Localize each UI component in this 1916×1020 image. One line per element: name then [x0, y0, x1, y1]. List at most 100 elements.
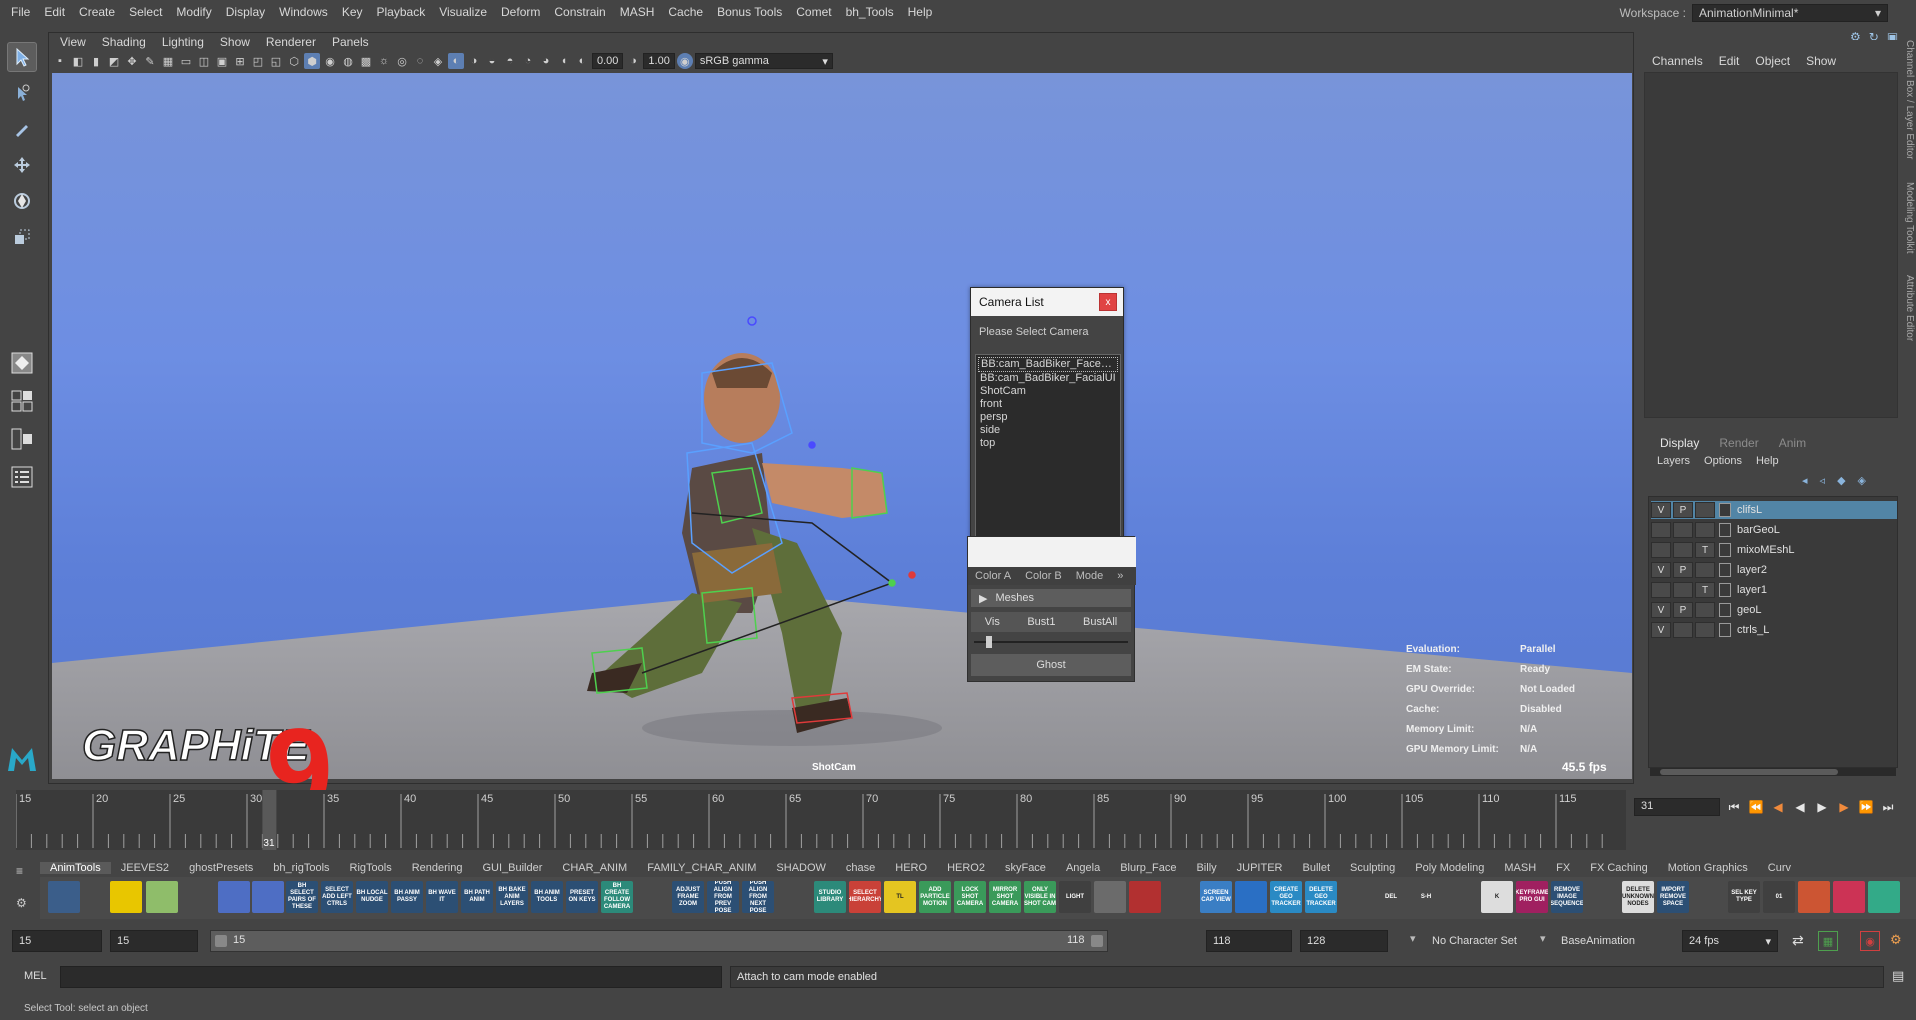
layout-four-button[interactable] [7, 386, 37, 416]
menu-visualize[interactable]: Visualize [432, 5, 494, 19]
shelf-tab-poly-modeling[interactable]: Poly Modeling [1405, 862, 1494, 874]
backface-icon[interactable]: ◔ [520, 53, 536, 69]
layer-display-type-toggle[interactable]: T [1695, 542, 1715, 558]
layer-playback-toggle[interactable] [1673, 622, 1693, 638]
image-plane-icon[interactable]: ◩ [106, 53, 122, 69]
menu-display[interactable]: Display [219, 5, 272, 19]
camera-attributes-icon[interactable]: ◧ [70, 53, 86, 69]
safe-action-icon[interactable]: ◰ [250, 53, 266, 69]
shelf-tab-fx-caching[interactable]: FX Caching [1580, 862, 1657, 874]
channels-menu-channels[interactable]: Channels [1644, 54, 1711, 68]
shelf-button-s-h[interactable]: S-H [1410, 881, 1442, 913]
shelf-tab-curv[interactable]: Curv [1758, 862, 1801, 874]
2d-pan-icon[interactable]: ✥ [124, 53, 140, 69]
shelf-tab-mash[interactable]: MASH [1494, 862, 1546, 874]
side-tab-channel-box-layer-editor[interactable]: Channel Box / Layer Editor [1904, 40, 1915, 160]
shelf-button-remove-image-sequence[interactable]: REMOVE IMAGE SEQUENCE [1551, 881, 1583, 913]
xray-icon[interactable]: ◑ [466, 53, 482, 69]
slider-handle[interactable] [986, 636, 992, 648]
field-chart-icon[interactable]: ⊞ [232, 53, 248, 69]
range-end-handle[interactable] [1091, 935, 1103, 947]
layer-row[interactable]: Vctrls_L [1651, 621, 1897, 639]
ghost-slider[interactable] [974, 636, 1128, 648]
shelf-button-studio-library[interactable]: STUDIO LIBRARY [814, 881, 846, 913]
shelf-tab-ghostpresets[interactable]: ghostPresets [179, 862, 263, 874]
menu-deform[interactable]: Deform [494, 5, 547, 19]
shelf-button-tool-42[interactable] [1798, 881, 1830, 913]
smooth-shade-icon[interactable]: ⬢ [304, 53, 320, 69]
shelf-button-screen-cap-view[interactable]: SCREEN CAP VIEW [1200, 881, 1232, 913]
layout-two-button[interactable] [7, 424, 37, 454]
more-icon[interactable]: » [1110, 570, 1130, 582]
shelf-tab-sculpting[interactable]: Sculpting [1340, 862, 1405, 874]
layer-row[interactable]: V PgeoL [1651, 601, 1897, 619]
record-key-icon[interactable]: ◉ [1860, 931, 1880, 951]
outliner-layout-button[interactable] [7, 462, 37, 492]
layer-color-swatch[interactable] [1719, 623, 1731, 637]
playback-end-field[interactable]: 118 [1206, 930, 1292, 952]
layer-color-swatch[interactable] [1719, 583, 1731, 597]
camera-listbox[interactable]: BB:cam_BadBiker_FaceLo... BB:cam_BadBiker… [975, 354, 1121, 554]
select-tool-button[interactable] [7, 42, 37, 72]
new-layer-selected-icon[interactable]: ◈ [1858, 474, 1866, 487]
ssao-icon[interactable]: ◖ [556, 53, 572, 69]
dialog-titlebar[interactable]: Camera List x [971, 288, 1123, 316]
shelf-tab-fx[interactable]: FX [1546, 862, 1580, 874]
fps-dropdown[interactable]: 24 fps ▾ [1682, 930, 1778, 952]
time-slider[interactable]: 15 20 25 30 35 40 45 50 55 60 65 70 75 80 85 90 95 100 105… [16, 790, 1626, 850]
shelf-button-k[interactable]: K [1481, 881, 1513, 913]
go-to-end-icon[interactable]: ⏭ [1880, 800, 1896, 815]
shelf-tab-animtools[interactable]: AnimTools [40, 862, 111, 874]
layout-single-button[interactable] [7, 348, 37, 378]
shelf-tab-hero[interactable]: HERO [885, 862, 937, 874]
layer-display-type-toggle[interactable] [1695, 622, 1715, 638]
xray-active-icon[interactable]: ◓ [502, 53, 518, 69]
camera-list-item[interactable]: front [978, 398, 1118, 411]
shelf-tab-chase[interactable]: chase [836, 862, 885, 874]
channels-menu-show[interactable]: Show [1798, 54, 1844, 68]
script-editor-icon[interactable]: ▤ [1892, 968, 1904, 984]
wireframe-on-shaded-icon[interactable]: ◉ [322, 53, 338, 69]
bustall-button[interactable]: BustAll [1083, 616, 1117, 628]
shelf-button-tool-27[interactable] [1129, 881, 1161, 913]
character-set-label[interactable]: No Character Set [1432, 935, 1517, 947]
menu-key[interactable]: Key [335, 5, 370, 19]
camera-list-item[interactable]: side [978, 424, 1118, 437]
layer-playback-toggle[interactable] [1673, 582, 1693, 598]
shelf-tab-billy[interactable]: Billy [1186, 862, 1226, 874]
shelf-button-preset-on-keys[interactable]: PRESET ON KEYS [566, 881, 598, 913]
layer-row[interactable]: Tlayer1 [1651, 581, 1897, 599]
scrollbar-thumb[interactable] [1660, 769, 1838, 775]
layer-tab-anim[interactable]: Anim [1769, 436, 1816, 450]
shelf-button-delete-geo-tracker[interactable]: DELETE GEO TRACKER [1305, 881, 1337, 913]
layer-menu-layers[interactable]: Layers [1650, 455, 1697, 467]
menu-windows[interactable]: Windows [272, 5, 335, 19]
layer-row[interactable]: TmixoMEshL [1651, 541, 1897, 559]
paint-select-tool-button[interactable] [7, 114, 37, 144]
shelf-button-light[interactable]: LIGHT [1059, 881, 1091, 913]
shelf-tab-bullet[interactable]: Bullet [1292, 862, 1340, 874]
play-backward-icon[interactable]: ◀ [1792, 800, 1808, 814]
motion-blur-icon[interactable]: ◌ [412, 53, 428, 69]
menu-comet[interactable]: Comet [789, 5, 838, 19]
shelf-button-create-geo-tracker[interactable]: CREATE GEO TRACKER [1270, 881, 1302, 913]
menu-modify[interactable]: Modify [169, 5, 218, 19]
scale-tool-button[interactable] [7, 222, 37, 252]
shelf-button-tool-2[interactable] [146, 881, 178, 913]
shelf-button-delete-unknown-nodes[interactable]: DELETE UNKNOWN NODES [1622, 881, 1654, 913]
viewport-menu-shading[interactable]: Shading [94, 35, 154, 49]
anim-layer-label[interactable]: BaseAnimation [1561, 935, 1635, 947]
shelf-button-tool-32[interactable] [1340, 881, 1372, 913]
layer-horizontal-scrollbar[interactable] [1650, 768, 1896, 776]
color-management-icon[interactable]: ◉ [676, 53, 693, 69]
shelf-button-bh-anim-tools[interactable]: BH ANIM TOOLS [531, 881, 563, 913]
camera-list-item[interactable]: BB:cam_BadBiker_FaceLo... [978, 357, 1118, 372]
shelf-tab-char-anim[interactable]: CHAR_ANIM [552, 862, 637, 874]
mel-input[interactable] [60, 966, 722, 988]
layer-display-type-toggle[interactable] [1695, 522, 1715, 538]
menu-bonus-tools[interactable]: Bonus Tools [710, 5, 789, 19]
shelf-tab-hero2[interactable]: HERO2 [937, 862, 995, 874]
shelf-menu-icon[interactable]: ≡ [16, 864, 23, 878]
shelf-button-tool-26[interactable] [1094, 881, 1126, 913]
shelf-button-del[interactable]: DEL [1375, 881, 1407, 913]
